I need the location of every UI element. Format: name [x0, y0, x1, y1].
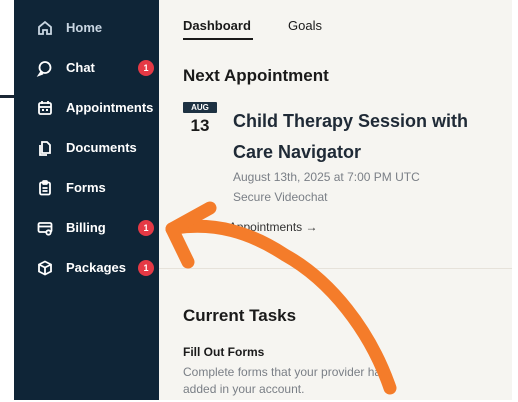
- view-all-appointments-link[interactable]: View all Appointments →: [185, 220, 318, 234]
- sidebar-item-forms[interactable]: Forms: [14, 173, 159, 203]
- task-description: Complete forms that your provider has ad…: [183, 365, 388, 396]
- sidebar-item-label: Packages: [66, 260, 126, 275]
- callout-pointer-line: [0, 95, 14, 98]
- package-icon: [36, 259, 54, 277]
- documents-icon: [36, 139, 54, 157]
- appointment-day: 13: [190, 116, 210, 135]
- task-title[interactable]: Fill Out Forms: [183, 345, 264, 359]
- appointment-month: AUG: [183, 102, 217, 113]
- sidebar-item-billing[interactable]: Billing 1: [14, 213, 159, 243]
- sidebar-item-documents[interactable]: Documents: [14, 133, 159, 163]
- sidebar-item-label: Appointments: [66, 100, 154, 115]
- sidebar: Home Chat 1 Appointments Documents Forms…: [14, 0, 159, 400]
- sidebar-item-label: Billing: [66, 220, 106, 235]
- notification-badge: 1: [138, 60, 154, 76]
- home-icon: [36, 19, 54, 37]
- sidebar-item-chat[interactable]: Chat 1: [14, 53, 159, 83]
- sidebar-item-label: Forms: [66, 180, 106, 195]
- current-tasks-heading: Current Tasks: [183, 306, 297, 325]
- sidebar-item-home[interactable]: Home: [14, 13, 159, 43]
- sidebar-item-label: Documents: [66, 140, 137, 155]
- tab-goals[interactable]: Goals: [288, 18, 322, 33]
- chat-icon: [36, 59, 54, 77]
- notification-badge: 1: [138, 260, 154, 276]
- sidebar-item-packages[interactable]: Packages 1: [14, 253, 159, 283]
- section-divider: [159, 268, 512, 269]
- next-appointment-heading: Next Appointment: [183, 66, 329, 85]
- appointment-title[interactable]: Child Therapy Session with Care Navigato…: [233, 106, 493, 168]
- active-tab-underline: [183, 38, 253, 40]
- sidebar-item-label: Home: [66, 20, 103, 35]
- sidebar-item-appointments[interactable]: Appointments: [14, 93, 159, 123]
- appointment-datetime: August 13th, 2025 at 7:00 PM UTC: [233, 170, 420, 184]
- appointment-location: Secure Videochat: [233, 190, 328, 204]
- notification-badge: 1: [138, 220, 154, 236]
- tab-dashboard[interactable]: Dashboard: [183, 18, 251, 33]
- clipboard-icon: [36, 179, 54, 197]
- sidebar-item-label: Chat: [66, 60, 95, 75]
- billing-icon: [36, 219, 54, 237]
- calendar-icon: [36, 99, 54, 117]
- appointment-date-badge: AUG 13: [183, 102, 217, 136]
- main-content: Dashboard Goals Next Appointment AUG 13 …: [159, 0, 512, 400]
